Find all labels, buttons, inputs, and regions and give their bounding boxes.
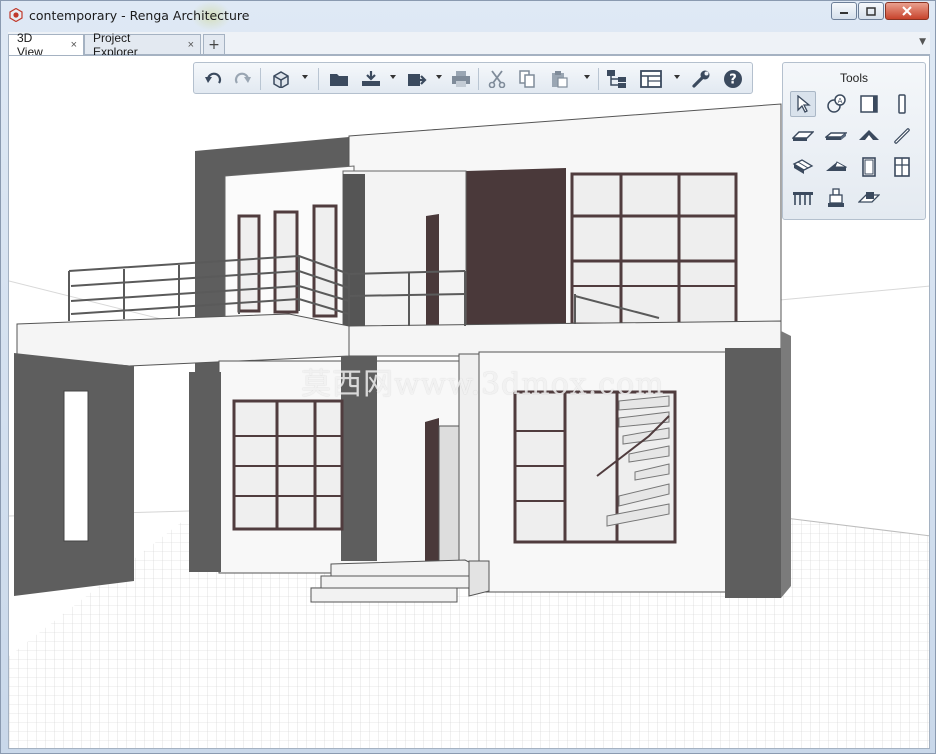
cut-button[interactable] — [486, 68, 508, 90]
tab-list-chevron-icon[interactable]: ▼ — [919, 37, 926, 47]
door-tool[interactable] — [856, 154, 882, 180]
room-tool[interactable] — [856, 91, 882, 117]
help-icon: ? — [724, 70, 742, 88]
close-icon — [902, 6, 912, 16]
window-controls — [831, 2, 929, 20]
toolbar-separator — [478, 68, 479, 90]
app-window: contemporary - Renga Architecture 3D Vie… — [0, 0, 936, 754]
maximize-button[interactable] — [858, 2, 884, 20]
wrench-icon — [692, 70, 710, 88]
door-icon — [862, 157, 876, 177]
room-icon — [860, 95, 878, 113]
cut-icon — [488, 70, 506, 88]
toolbar-separator — [598, 68, 599, 90]
slab-icon — [792, 131, 814, 141]
grid-view-icon — [640, 70, 662, 88]
help-button[interactable]: ? — [722, 68, 744, 90]
add-tab-button[interactable]: + — [203, 34, 225, 54]
minimize-icon — [840, 12, 848, 14]
renga-logo-icon — [9, 8, 23, 22]
stairs-icon — [792, 159, 814, 174]
window-icon — [894, 157, 910, 177]
window-title: contemporary - Renga Architecture — [29, 8, 250, 23]
beam-icon — [825, 132, 847, 140]
ramp-icon — [826, 161, 847, 171]
hierarchy-button[interactable] — [606, 68, 628, 90]
equipment-icon — [828, 188, 844, 207]
tab-project-explorer[interactable]: Project Explorer × — [84, 31, 201, 59]
import-button[interactable] — [360, 68, 382, 90]
grid-dropdown-chevron-icon[interactable] — [674, 75, 680, 79]
roof-icon — [859, 130, 879, 140]
export-dropdown-chevron-icon[interactable] — [436, 75, 442, 79]
undo-button[interactable] — [202, 68, 224, 90]
roof-tool[interactable] — [856, 123, 882, 149]
toolbar-separator — [318, 68, 319, 90]
select-tool[interactable] — [790, 91, 816, 117]
opening-icon — [858, 192, 880, 203]
paste-button[interactable] — [548, 68, 570, 90]
print-icon — [452, 71, 470, 87]
annotation-icon: A — [827, 94, 846, 113]
import-dropdown-chevron-icon[interactable] — [390, 75, 396, 79]
open-button[interactable] — [328, 68, 350, 90]
tab-3d-view[interactable]: 3D View × — [8, 31, 84, 59]
document-tab-bar: 3D View × Project Explorer × + ▼ — [8, 31, 930, 59]
paste-dropdown-chevron-icon[interactable] — [584, 75, 590, 79]
copy-icon — [519, 70, 535, 88]
line-icon — [894, 128, 910, 144]
open-folder-icon — [330, 74, 348, 86]
tools-panel: Tools A — [782, 62, 926, 220]
view-cube-button[interactable] — [270, 68, 292, 90]
redo-button[interactable] — [232, 68, 254, 90]
column-tool[interactable] — [889, 91, 915, 117]
redo-icon — [234, 72, 251, 84]
print-button[interactable] — [450, 68, 472, 90]
tab-close-icon[interactable]: × — [71, 39, 77, 51]
grid-view-button[interactable] — [640, 68, 662, 90]
ramp-tool[interactable] — [823, 154, 849, 180]
main-toolbar: ? — [193, 62, 753, 94]
import-icon — [362, 71, 380, 86]
export-icon — [408, 74, 427, 86]
settings-button[interactable] — [690, 68, 712, 90]
stairs-tool[interactable] — [790, 154, 816, 180]
maximize-icon — [866, 6, 876, 16]
line-tool[interactable] — [889, 123, 915, 149]
paste-icon — [552, 71, 568, 88]
export-button[interactable] — [406, 68, 428, 90]
equipment-tool[interactable] — [823, 185, 849, 211]
railing-icon — [793, 192, 813, 205]
toolbar-separator — [260, 68, 261, 90]
copy-button[interactable] — [516, 68, 538, 90]
view-dropdown-chevron-icon[interactable] — [302, 75, 308, 79]
view-cube-icon — [273, 71, 289, 88]
tab-close-icon[interactable]: × — [188, 39, 194, 51]
select-icon — [797, 95, 811, 113]
opening-tool[interactable] — [856, 185, 882, 211]
slab-tool[interactable] — [790, 123, 816, 149]
hierarchy-icon — [607, 70, 626, 88]
svg-text:?: ? — [729, 73, 737, 88]
title-bar[interactable]: contemporary - Renga Architecture — [1, 1, 935, 31]
undo-icon — [205, 72, 222, 84]
svg-text:A: A — [838, 97, 843, 105]
minimize-button[interactable] — [831, 2, 857, 20]
railing-tool[interactable] — [790, 185, 816, 211]
annotation-tool[interactable]: A — [823, 91, 849, 117]
beam-tool[interactable] — [823, 123, 849, 149]
3d-viewport[interactable]: 莫西网www.3dmox.com ? Tools A — [8, 55, 930, 749]
close-button[interactable] — [885, 2, 929, 20]
tools-panel-title: Tools — [839, 71, 868, 85]
column-icon — [898, 94, 906, 114]
window-tool[interactable] — [889, 154, 915, 180]
watermark-text: 莫西网www.3dmox.com — [301, 367, 665, 402]
